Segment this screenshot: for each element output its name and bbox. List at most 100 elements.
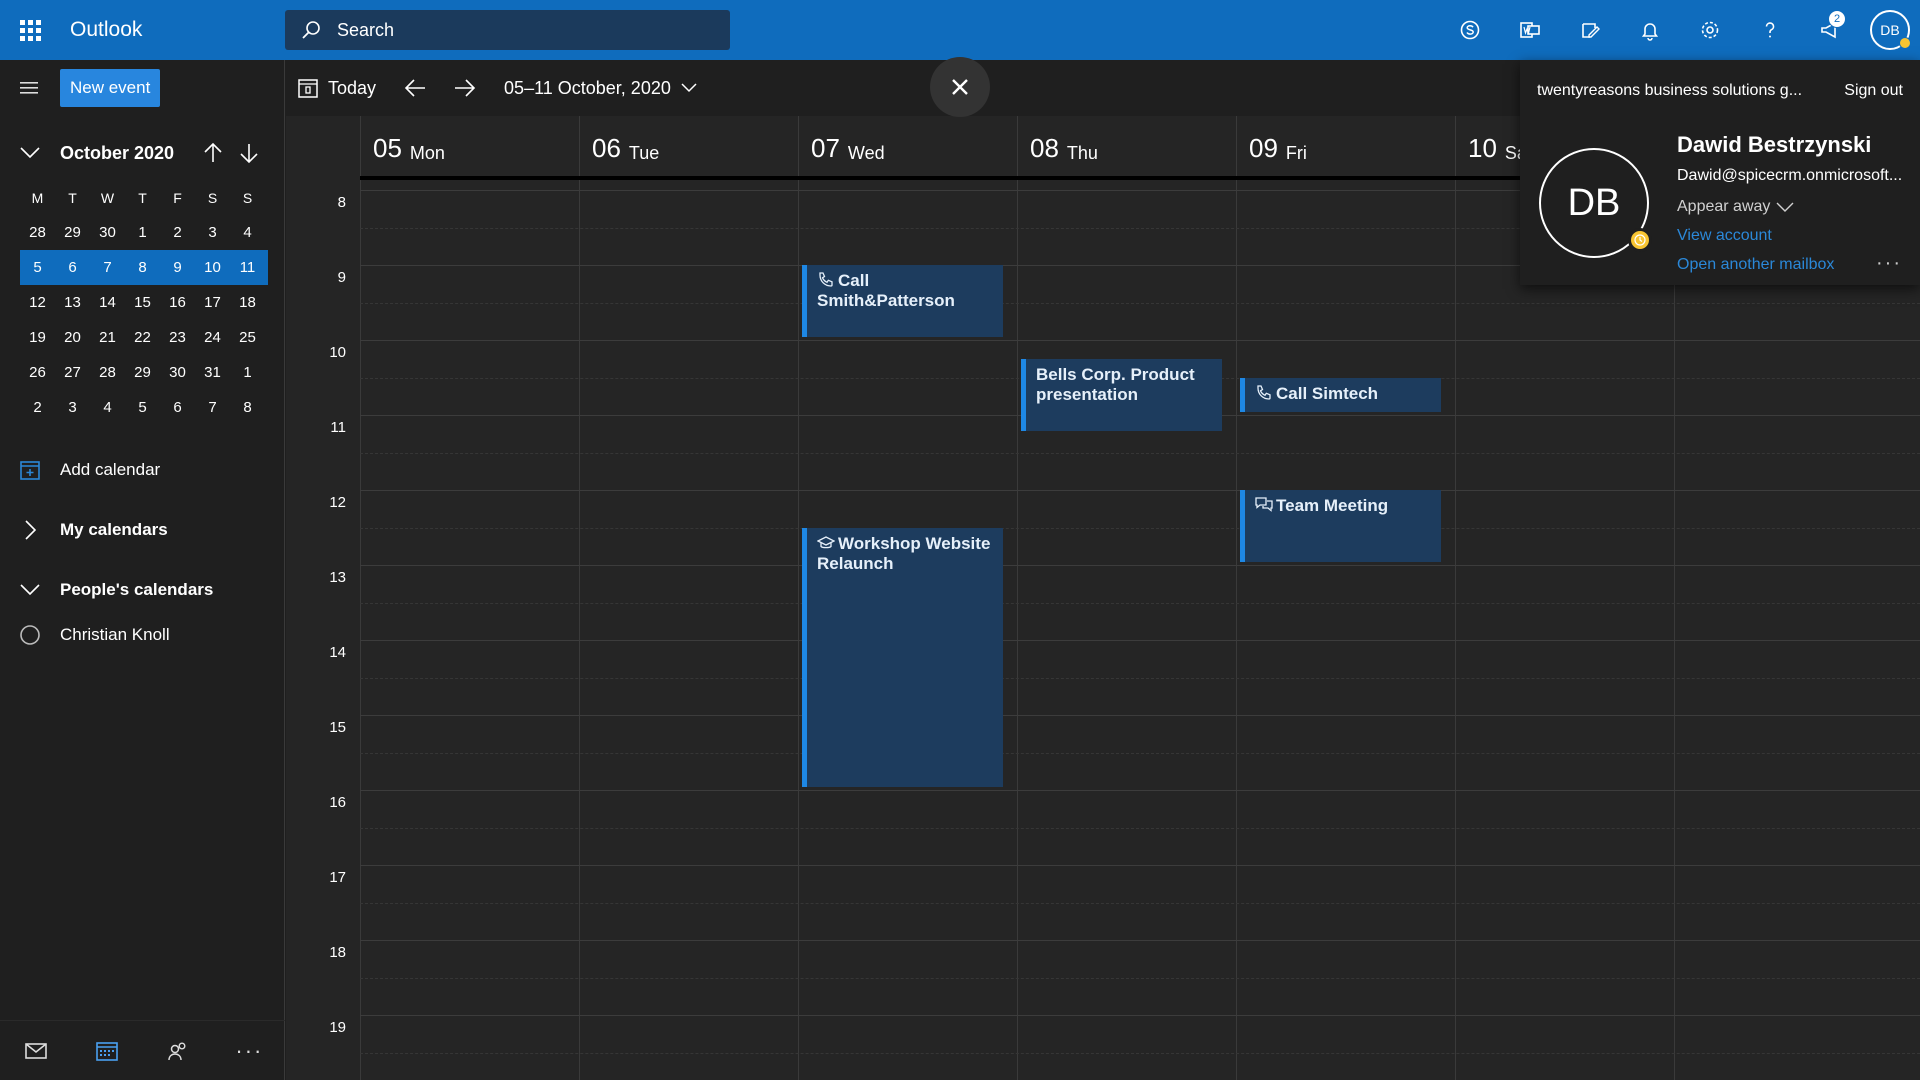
mini-calendar-day[interactable]: 31 bbox=[195, 364, 230, 381]
mini-calendar-day[interactable]: 29 bbox=[55, 224, 90, 241]
bell-icon bbox=[1641, 23, 1659, 41]
collapse-nav-button[interactable] bbox=[0, 60, 60, 116]
people-module-button[interactable] bbox=[148, 1021, 208, 1080]
mini-calendar-day[interactable]: 7 bbox=[195, 399, 230, 416]
mini-calendar-day[interactable]: 14 bbox=[90, 294, 125, 311]
search-input[interactable] bbox=[337, 19, 697, 41]
mini-calendar-day[interactable]: 1 bbox=[125, 224, 160, 241]
calendar-event[interactable]: Call Smith&Patterson bbox=[802, 265, 1003, 337]
half-hour-gridline bbox=[360, 452, 1920, 454]
mini-calendar-day[interactable]: 13 bbox=[55, 294, 90, 311]
mini-calendar-day[interactable]: 4 bbox=[90, 399, 125, 416]
mini-calendar-day[interactable]: 7 bbox=[90, 259, 125, 276]
more-modules-button[interactable]: ··· bbox=[219, 1021, 279, 1080]
day-header-tue[interactable]: 06 Tue bbox=[579, 116, 798, 176]
account-button[interactable]: DB bbox=[1860, 0, 1920, 60]
mail-module-button[interactable] bbox=[6, 1021, 66, 1080]
mini-calendar-day[interactable]: 16 bbox=[160, 294, 195, 311]
mini-calendar-day[interactable]: 29 bbox=[125, 364, 160, 381]
mini-calendar-day[interactable]: 24 bbox=[195, 329, 230, 346]
mini-calendar-day[interactable]: 11 bbox=[230, 259, 265, 276]
date-range-picker[interactable]: 05–11 October, 2020 bbox=[504, 78, 697, 99]
calendar-event[interactable]: Workshop Website Relaunch bbox=[802, 527, 1003, 787]
mini-calendar-day[interactable]: 28 bbox=[20, 224, 55, 241]
teams-button[interactable] bbox=[1500, 0, 1560, 60]
mini-calendar-month[interactable]: October 2020 bbox=[60, 143, 202, 164]
mini-calendar-day[interactable]: 27 bbox=[55, 364, 90, 381]
mini-calendar-day[interactable]: 2 bbox=[160, 224, 195, 241]
mini-calendar-day[interactable]: 10 bbox=[195, 259, 230, 276]
mini-calendar-day[interactable]: 5 bbox=[125, 399, 160, 416]
calendar-event[interactable]: Call Simtech bbox=[1240, 377, 1441, 412]
mini-calendar-day[interactable]: 22 bbox=[125, 329, 160, 346]
mini-calendar-day[interactable]: 25 bbox=[230, 329, 265, 346]
presence-selector[interactable]: Appear away bbox=[1677, 198, 1794, 216]
mini-calendar-day[interactable]: 30 bbox=[160, 364, 195, 381]
account-name: Dawid Bestrzynski bbox=[1677, 132, 1872, 157]
day-number: 10 bbox=[1468, 133, 1497, 163]
more-options-icon[interactable]: ··· bbox=[1876, 252, 1902, 275]
mini-calendar-day[interactable]: 19 bbox=[20, 329, 55, 346]
help-button[interactable] bbox=[1740, 0, 1800, 60]
mini-calendar-day[interactable]: 3 bbox=[195, 224, 230, 241]
mini-calendar-day[interactable]: 4 bbox=[230, 224, 265, 241]
collapse-mini-calendar-button[interactable] bbox=[0, 147, 60, 159]
settings-button[interactable] bbox=[1680, 0, 1740, 60]
whats-new-button[interactable]: 2 bbox=[1800, 0, 1860, 60]
todo-button[interactable] bbox=[1560, 0, 1620, 60]
mini-calendar-day[interactable]: 8 bbox=[125, 259, 160, 276]
previous-week-button[interactable] bbox=[404, 78, 426, 98]
chat-bubbles-icon bbox=[1255, 496, 1276, 515]
mini-calendar-day[interactable]: 9 bbox=[160, 259, 195, 276]
mini-calendar-day[interactable]: 2 bbox=[20, 399, 55, 416]
day-name: Thu bbox=[1066, 143, 1098, 163]
mini-calendar-day[interactable]: 6 bbox=[55, 259, 90, 276]
skype-button[interactable] bbox=[1440, 0, 1500, 60]
grid-body[interactable]: Call Smith&Patterson Workshop Website Rel… bbox=[360, 180, 1920, 1080]
search-box[interactable] bbox=[285, 10, 730, 50]
next-week-button[interactable] bbox=[454, 78, 476, 98]
mini-calendar-day[interactable]: 15 bbox=[125, 294, 160, 311]
mini-calendar-day[interactable]: 12 bbox=[20, 294, 55, 311]
mini-calendar-day[interactable]: 20 bbox=[55, 329, 90, 346]
mini-calendar-day[interactable]: 5 bbox=[20, 259, 55, 276]
open-another-mailbox-link[interactable]: Open another mailbox bbox=[1677, 256, 1834, 274]
close-panel-button[interactable] bbox=[930, 57, 990, 117]
notifications-button[interactable] bbox=[1620, 0, 1680, 60]
calendar-item-christian-knoll[interactable]: Christian Knoll bbox=[0, 615, 285, 655]
mini-calendar-day[interactable]: 23 bbox=[160, 329, 195, 346]
arrow-up-icon[interactable] bbox=[202, 142, 224, 164]
sign-out-link[interactable]: Sign out bbox=[1844, 82, 1903, 100]
calendar-module-button[interactable] bbox=[77, 1021, 137, 1080]
mini-calendar-day[interactable]: 17 bbox=[195, 294, 230, 311]
view-account-link[interactable]: View account bbox=[1677, 227, 1772, 245]
calendar-event[interactable]: Bells Corp. Product presentation bbox=[1021, 358, 1222, 431]
today-button[interactable]: Today bbox=[298, 78, 376, 99]
day-header-wed[interactable]: 07 Wed bbox=[798, 116, 1017, 176]
app-launcher-button[interactable] bbox=[0, 0, 60, 60]
search-icon bbox=[302, 21, 320, 39]
hour-label: 12 bbox=[329, 494, 346, 511]
day-header-fri[interactable]: 09 Fri bbox=[1236, 116, 1455, 176]
new-event-button[interactable]: New event bbox=[60, 69, 161, 107]
mini-calendar-day[interactable]: 30 bbox=[90, 224, 125, 241]
my-calendars-group[interactable]: My calendars bbox=[0, 510, 285, 550]
arrow-down-icon[interactable] bbox=[238, 142, 260, 164]
day-header-mon[interactable]: 05 Mon bbox=[360, 116, 579, 176]
calendar-toggle-circle-icon[interactable] bbox=[19, 624, 41, 646]
mini-calendar-day[interactable]: 18 bbox=[230, 294, 265, 311]
mini-calendar-day[interactable]: 28 bbox=[90, 364, 125, 381]
add-calendar-link[interactable]: Add calendar bbox=[0, 450, 285, 490]
mini-calendar-day[interactable]: 6 bbox=[160, 399, 195, 416]
calendar-event[interactable]: Team Meeting bbox=[1240, 490, 1441, 562]
mini-calendar-day[interactable]: 26 bbox=[20, 364, 55, 381]
mini-calendar-day[interactable]: 1 bbox=[230, 364, 265, 381]
day-number: 07 bbox=[811, 133, 840, 163]
mini-calendar-day[interactable]: 21 bbox=[90, 329, 125, 346]
mini-calendar-day[interactable]: 3 bbox=[55, 399, 90, 416]
presence-away-icon bbox=[1899, 37, 1911, 49]
app-title[interactable]: Outlook bbox=[70, 18, 285, 42]
day-header-thu[interactable]: 08 Thu bbox=[1017, 116, 1236, 176]
peoples-calendars-group[interactable]: People's calendars bbox=[0, 570, 285, 610]
mini-calendar-day[interactable]: 8 bbox=[230, 399, 265, 416]
